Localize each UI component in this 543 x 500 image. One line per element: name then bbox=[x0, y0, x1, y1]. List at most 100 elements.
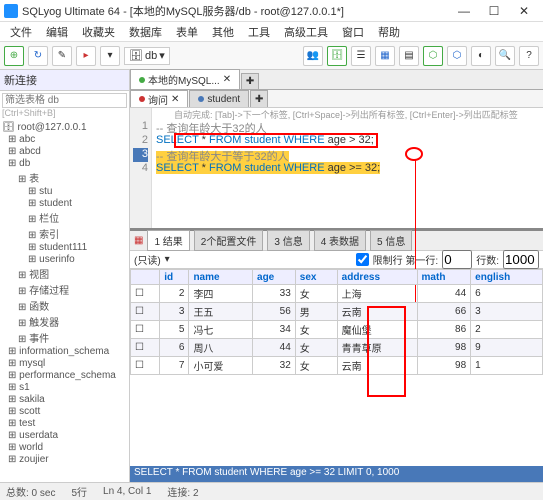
menu-file[interactable]: 文件 bbox=[4, 22, 38, 42]
col-header[interactable] bbox=[131, 270, 160, 285]
tree-item[interactable]: ⊞ 存储过程 bbox=[2, 282, 127, 298]
cell[interactable]: 2 bbox=[160, 285, 189, 303]
tool-icon[interactable]: ⬡ bbox=[447, 46, 467, 66]
tree-item[interactable]: ⊞ 函数 bbox=[2, 298, 127, 314]
menu-table[interactable]: 表单 bbox=[170, 22, 204, 42]
tree-item[interactable]: ⊞ userdata bbox=[2, 430, 127, 442]
menu-adv[interactable]: 高级工具 bbox=[278, 22, 334, 42]
tree-item[interactable]: ⊞ performance_schema bbox=[2, 370, 127, 382]
cell[interactable]: 3 bbox=[160, 303, 189, 321]
cell[interactable]: 86 bbox=[417, 321, 471, 339]
query-tab[interactable]: 询问 ✕ bbox=[130, 90, 188, 107]
tool-icon[interactable]: ? bbox=[519, 46, 539, 66]
cell[interactable]: 9 bbox=[471, 339, 543, 357]
tree[interactable]: 🗄 root@127.0.0.1 ⊞ abc⊞ abcd⊞ db⊞ 表⊞ stu… bbox=[0, 120, 129, 482]
tree-item[interactable]: ⊞ 栏位 bbox=[2, 210, 127, 226]
close-button[interactable]: ✕ bbox=[509, 0, 539, 22]
cell[interactable]: ☐ bbox=[131, 303, 160, 321]
tool-icon[interactable]: ◐ bbox=[471, 46, 491, 66]
cell[interactable]: 女 bbox=[295, 285, 337, 303]
cell[interactable]: 李四 bbox=[189, 285, 253, 303]
tree-item[interactable]: ⊞ zoujier bbox=[2, 454, 127, 466]
cell[interactable]: 7 bbox=[160, 357, 189, 375]
tree-item[interactable]: ⊞ db bbox=[2, 158, 127, 170]
cell[interactable]: 青青草原 bbox=[337, 339, 417, 357]
tree-item[interactable]: ⊞ abc bbox=[2, 134, 127, 146]
cell[interactable]: 33 bbox=[253, 285, 296, 303]
cell[interactable]: 5 bbox=[160, 321, 189, 339]
tree-item[interactable]: ⊞ s1 bbox=[2, 382, 127, 394]
cell[interactable]: 魔仙堡 bbox=[337, 321, 417, 339]
first-row-input[interactable] bbox=[442, 250, 472, 269]
col-header[interactable]: math bbox=[417, 270, 471, 285]
cell[interactable]: 云南 bbox=[337, 357, 417, 375]
menu-help[interactable]: 帮助 bbox=[372, 22, 406, 42]
new-conn-icon[interactable]: ⊕ bbox=[4, 46, 24, 66]
col-header[interactable]: address bbox=[337, 270, 417, 285]
tree-item[interactable]: ⊞ 事件 bbox=[2, 330, 127, 346]
cell[interactable]: 云南 bbox=[337, 303, 417, 321]
cell[interactable]: ☐ bbox=[131, 357, 160, 375]
result-tab[interactable]: 2个配置文件 bbox=[194, 230, 264, 251]
cell[interactable]: 34 bbox=[253, 321, 296, 339]
cell[interactable]: 冯七 bbox=[189, 321, 253, 339]
cell[interactable]: 66 bbox=[417, 303, 471, 321]
tool-icon[interactable]: ✎ bbox=[52, 46, 72, 66]
result-tab[interactable]: 1 结果 bbox=[147, 230, 189, 251]
cell[interactable]: 周八 bbox=[189, 339, 253, 357]
tool-icon[interactable]: ☰ bbox=[351, 46, 371, 66]
row-count-input[interactable] bbox=[503, 250, 539, 269]
cell[interactable]: 男 bbox=[295, 303, 337, 321]
tree-root[interactable]: 🗄 root@127.0.0.1 bbox=[2, 122, 127, 134]
sql-editor[interactable]: 1234 自动完成: [Tab]->下一个标签, [Ctrl+Space]->列… bbox=[130, 108, 543, 228]
menu-fav[interactable]: 收藏夹 bbox=[76, 22, 121, 42]
tree-item[interactable]: ⊞ 索引 bbox=[2, 226, 127, 242]
cell[interactable]: 王五 bbox=[189, 303, 253, 321]
tree-item[interactable]: ⊞ stu bbox=[2, 186, 127, 198]
tree-item[interactable]: ⊞ information_schema bbox=[2, 346, 127, 358]
limit-check[interactable] bbox=[356, 253, 369, 266]
refresh-icon[interactable]: ↻ bbox=[28, 46, 48, 66]
tree-item[interactable]: ⊞ 视图 bbox=[2, 266, 127, 282]
cell[interactable]: 44 bbox=[253, 339, 296, 357]
cell[interactable]: ☐ bbox=[131, 339, 160, 357]
menu-other[interactable]: 其他 bbox=[206, 22, 240, 42]
tool-icon[interactable]: ⬡ bbox=[423, 46, 443, 66]
cell[interactable]: 6 bbox=[160, 339, 189, 357]
cell[interactable]: 2 bbox=[471, 321, 543, 339]
tool-icon[interactable]: ▦ bbox=[375, 46, 395, 66]
tree-item[interactable]: ⊞ scott bbox=[2, 406, 127, 418]
tree-item[interactable]: ⊞ userinfo bbox=[2, 254, 127, 266]
table-tab[interactable]: student bbox=[189, 90, 249, 107]
add-tab[interactable]: ✚ bbox=[241, 73, 259, 89]
add-subtab[interactable]: ✚ bbox=[250, 90, 268, 107]
result-grid[interactable]: idnameagesexaddressmathenglish☐2李四33女上海4… bbox=[130, 269, 543, 466]
main-tab[interactable]: 本地的MySQL... ✕ bbox=[130, 69, 240, 89]
tool-icon[interactable]: 👥 bbox=[303, 46, 323, 66]
tree-item[interactable]: ⊞ student111 bbox=[2, 242, 127, 254]
col-header[interactable]: age bbox=[253, 270, 296, 285]
col-header[interactable]: id bbox=[160, 270, 189, 285]
minimize-button[interactable]: — bbox=[449, 0, 479, 22]
cell[interactable]: 女 bbox=[295, 339, 337, 357]
result-tab[interactable]: 3 信息 bbox=[267, 230, 309, 251]
tree-item[interactable]: ⊞ 触发器 bbox=[2, 314, 127, 330]
tree-item[interactable]: ⊞ sakila bbox=[2, 394, 127, 406]
cell[interactable]: 1 bbox=[471, 357, 543, 375]
cell[interactable]: 3 bbox=[471, 303, 543, 321]
cell[interactable]: 32 bbox=[253, 357, 296, 375]
tool-icon[interactable]: 🔍 bbox=[495, 46, 515, 66]
cell[interactable]: 女 bbox=[295, 357, 337, 375]
menu-edit[interactable]: 编辑 bbox=[40, 22, 74, 42]
tool-icon[interactable]: ▾ bbox=[100, 46, 120, 66]
menu-tools[interactable]: 工具 bbox=[242, 22, 276, 42]
tool-icon[interactable]: 🗄 bbox=[327, 46, 347, 66]
tree-item[interactable]: ⊞ test bbox=[2, 418, 127, 430]
db-selector[interactable]: 🗄 db ▾ bbox=[124, 47, 170, 65]
cell[interactable]: 女 bbox=[295, 321, 337, 339]
maximize-button[interactable]: ☐ bbox=[479, 0, 509, 22]
cell[interactable]: 小可爱 bbox=[189, 357, 253, 375]
col-header[interactable]: name bbox=[189, 270, 253, 285]
result-tab[interactable]: 5 信息 bbox=[370, 230, 412, 251]
result-tab[interactable]: 4 表数据 bbox=[314, 230, 366, 251]
